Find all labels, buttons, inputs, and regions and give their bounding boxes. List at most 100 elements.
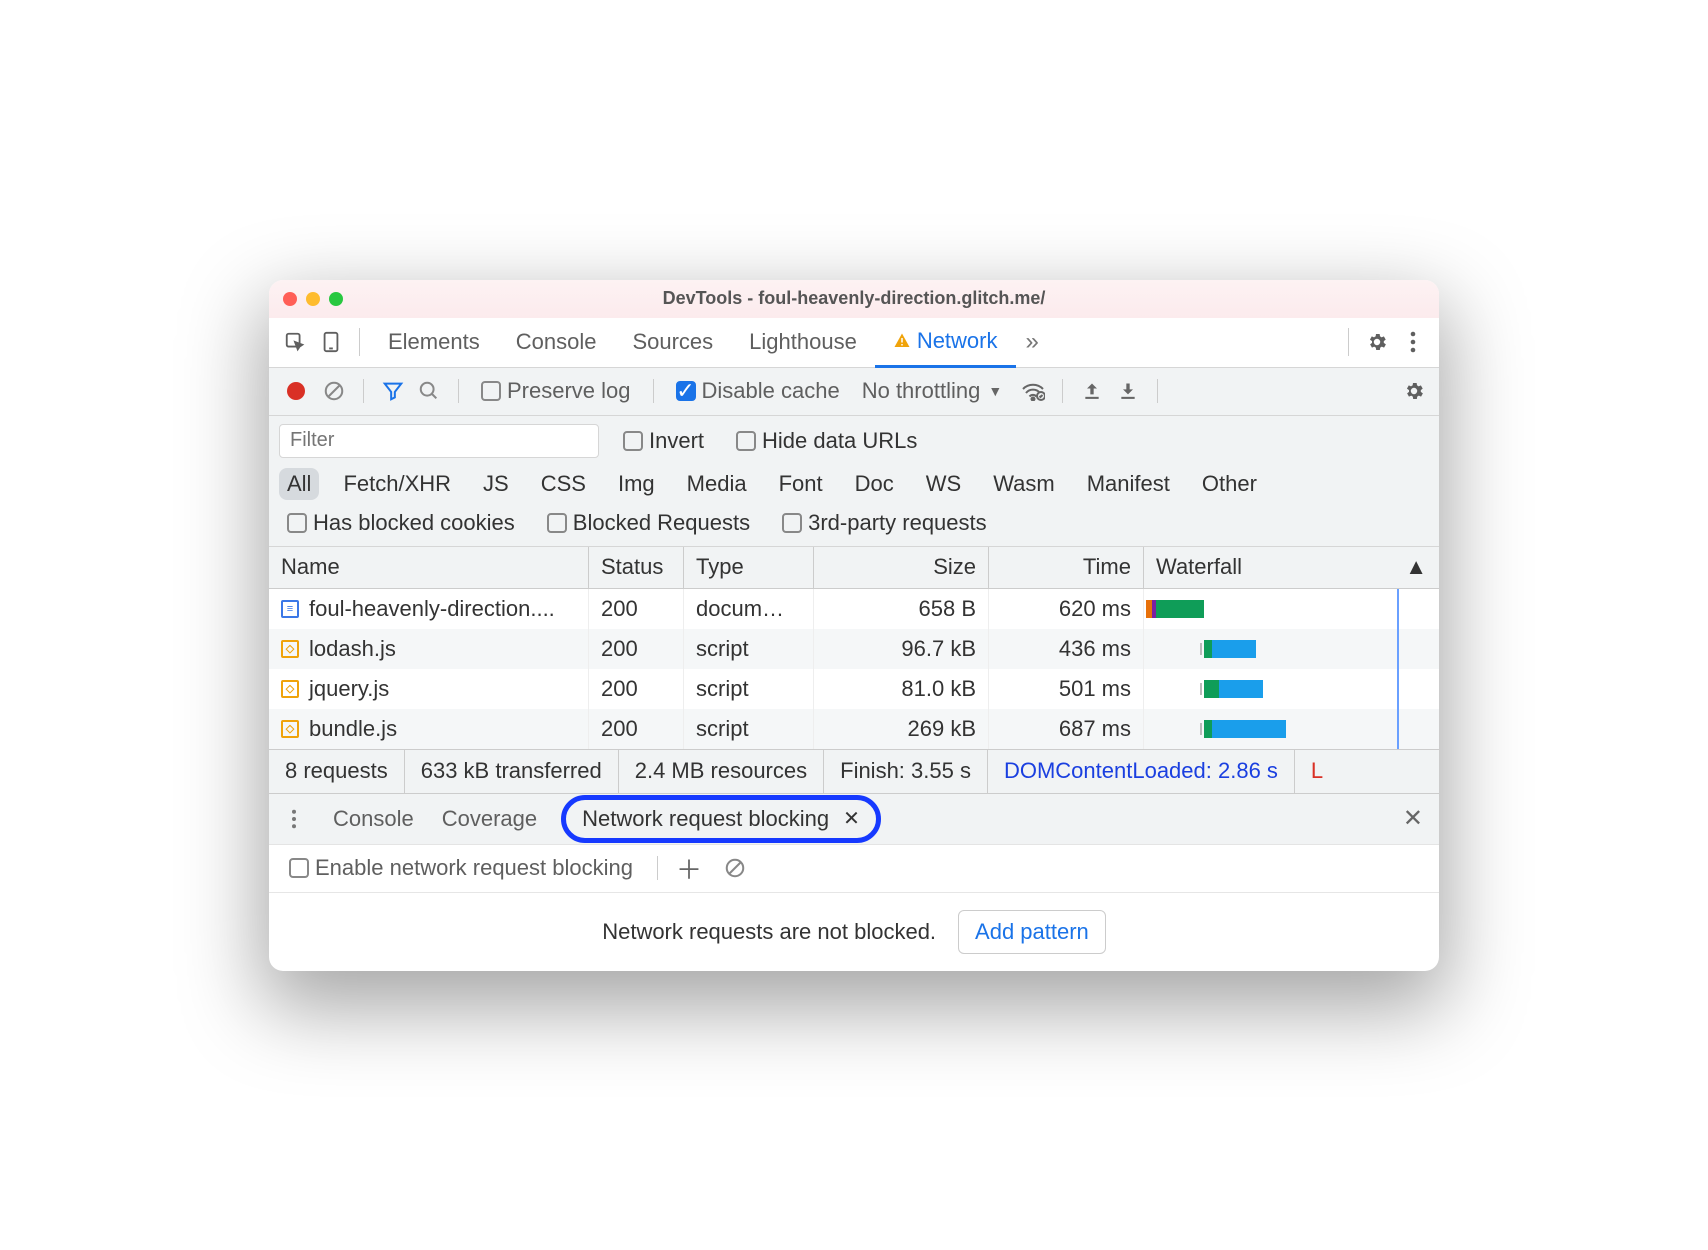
type-filter-img[interactable]: Img [610,468,663,500]
network-settings-gear-icon[interactable] [1399,376,1429,406]
main-tabbar: Elements Console Sources Lighthouse Netw… [269,318,1439,368]
request-type: docum… [684,589,814,629]
preserve-log-checkbox[interactable]: Preserve log [481,378,631,404]
tab-lighthouse[interactable]: Lighthouse [731,317,875,367]
clear-icon[interactable] [319,376,349,406]
file-type-icon: ◇ [281,640,299,658]
request-waterfall [1144,589,1439,629]
close-tab-icon[interactable]: ✕ [843,806,860,831]
close-drawer-icon[interactable]: ✕ [1397,804,1429,833]
titlebar: DevTools - foul-heavenly-direction.glitc… [269,280,1439,318]
request-name: bundle.js [309,716,397,742]
enable-blocking-checkbox[interactable]: Enable network request blocking [289,855,633,881]
request-size: 269 kB [814,709,989,749]
th-status[interactable]: Status [589,547,684,588]
status-transferred: 633 kB transferred [405,750,619,793]
request-type: script [684,709,814,749]
file-type-icon: ◇ [281,720,299,738]
device-toolbar-icon[interactable] [313,324,349,360]
status-resources: 2.4 MB resources [619,750,824,793]
request-status: 200 [589,709,684,749]
request-status: 200 [589,629,684,669]
download-har-icon[interactable] [1113,376,1143,406]
devtools-window: DevTools - foul-heavenly-direction.glitc… [269,280,1439,971]
type-filter-wasm[interactable]: Wasm [985,468,1063,500]
request-size: 81.0 kB [814,669,989,709]
upload-har-icon[interactable] [1077,376,1107,406]
request-name: lodash.js [309,636,396,662]
type-filter-doc[interactable]: Doc [847,468,902,500]
drawer-tabbar: Console Coverage Network request blockin… [269,793,1439,845]
request-waterfall [1144,669,1439,709]
request-time: 620 ms [989,589,1144,629]
drawer-tab-coverage[interactable]: Coverage [438,802,541,836]
kebab-menu-icon[interactable] [1395,324,1431,360]
blocking-toolbar: Enable network request blocking ＋ [269,845,1439,893]
th-waterfall[interactable]: Waterfall▲ [1144,547,1439,588]
type-filters: All Fetch/XHR JS CSS Img Media Font Doc … [279,468,1429,500]
filter-funnel-icon[interactable] [378,376,408,406]
drawer-kebab-icon[interactable] [279,804,309,834]
request-name: foul-heavenly-direction.... [309,596,555,622]
add-pattern-button[interactable]: Add pattern [958,910,1106,954]
tab-console[interactable]: Console [498,317,615,367]
request-time: 436 ms [989,629,1144,669]
more-tabs-icon[interactable]: » [1016,328,1049,356]
tab-network[interactable]: Network [875,318,1016,368]
window-title: DevTools - foul-heavenly-direction.glitc… [269,288,1439,309]
table-row[interactable]: ◇ lodash.js 200script96.7 kB436 ms [269,629,1439,669]
request-size: 96.7 kB [814,629,989,669]
inspect-element-icon[interactable] [277,324,313,360]
request-waterfall [1144,629,1439,669]
file-type-icon: ≡ [281,600,299,618]
table-header: Name Status Type Size Time Waterfall▲ [269,547,1439,589]
request-waterfall [1144,709,1439,749]
clear-patterns-icon[interactable] [720,853,750,883]
request-status: 200 [589,669,684,709]
search-icon[interactable] [414,376,444,406]
request-status: 200 [589,589,684,629]
filter-bar: Invert Hide data URLs All Fetch/XHR JS C… [269,416,1439,547]
th-time[interactable]: Time [989,547,1144,588]
table-row[interactable]: ≡foul-heavenly-direction....200docum…658… [269,589,1439,629]
hide-data-urls-checkbox[interactable]: Hide data URLs [736,428,917,454]
type-filter-css[interactable]: CSS [533,468,594,500]
th-size[interactable]: Size [814,547,989,588]
type-filter-all[interactable]: All [279,468,319,500]
disable-cache-checkbox[interactable]: ✓Disable cache [676,378,840,404]
invert-checkbox[interactable]: Invert [623,428,704,454]
warning-icon [893,332,911,350]
type-filter-media[interactable]: Media [679,468,755,500]
type-filter-manifest[interactable]: Manifest [1079,468,1178,500]
type-filter-ws[interactable]: WS [918,468,969,500]
blocking-body: Network requests are not blocked. Add pa… [269,893,1439,971]
request-time: 501 ms [989,669,1144,709]
third-party-checkbox[interactable]: 3rd-party requests [782,510,987,536]
settings-gear-icon[interactable] [1359,324,1395,360]
type-filter-fetch[interactable]: Fetch/XHR [335,468,459,500]
tab-sources[interactable]: Sources [614,317,731,367]
filter-input[interactable] [279,424,599,458]
type-filter-font[interactable]: Font [771,468,831,500]
has-blocked-cookies-checkbox[interactable]: Has blocked cookies [287,510,515,536]
drawer-tab-console[interactable]: Console [329,802,418,836]
status-dcl: DOMContentLoaded: 2.86 s [988,750,1295,793]
record-button[interactable] [287,382,305,400]
request-type: script [684,629,814,669]
network-toolbar: Preserve log ✓Disable cache No throttlin… [269,368,1439,416]
type-filter-js[interactable]: JS [475,468,517,500]
th-type[interactable]: Type [684,547,814,588]
blocked-requests-checkbox[interactable]: Blocked Requests [547,510,750,536]
network-conditions-icon[interactable] [1018,376,1048,406]
drawer-tab-network-request-blocking[interactable]: Network request blocking ✕ [561,795,881,843]
tab-elements[interactable]: Elements [370,317,498,367]
type-filter-other[interactable]: Other [1194,468,1265,500]
table-row[interactable]: ◇jquery.js200script81.0 kB501 ms [269,669,1439,709]
add-pattern-icon[interactable]: ＋ [674,853,704,883]
table-body: ≡foul-heavenly-direction....200docum…658… [269,589,1439,749]
table-row[interactable]: ◇bundle.js200script269 kB687 ms [269,709,1439,749]
th-name[interactable]: Name [269,547,589,588]
blocking-message: Network requests are not blocked. [602,919,936,945]
throttling-select[interactable]: No throttling▼ [862,378,1002,404]
status-load: L [1295,750,1339,793]
